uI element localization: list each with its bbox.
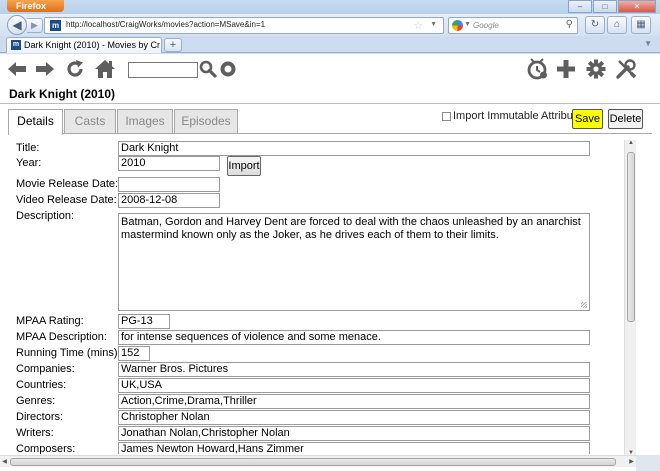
companies-label: Companies:: [16, 363, 75, 375]
title-field[interactable]: Dark Knight: [118, 141, 590, 156]
writers-label: Writers:: [16, 427, 54, 439]
tab-favicon-icon: m: [11, 40, 21, 50]
tab-episodes[interactable]: Episodes: [174, 109, 238, 134]
vertical-scrollbar[interactable]: ▲ ▼: [624, 140, 636, 456]
import-immutable-checkbox[interactable]: [442, 112, 451, 121]
close-icon[interactable]: ✕: [618, 0, 656, 13]
movie-release-date-field[interactable]: [118, 177, 220, 192]
horizontal-scrollbar[interactable]: ◀ ▶: [0, 455, 636, 467]
mpaa-description-label: MPAA Description:: [16, 331, 107, 343]
site-favicon-icon: m: [50, 20, 61, 31]
vertical-scroll-thumb[interactable]: [627, 152, 635, 322]
clear-search-icon[interactable]: [217, 58, 239, 80]
running-time-field[interactable]: 152: [118, 346, 150, 361]
new-tab-button[interactable]: +: [164, 38, 182, 52]
search-input[interactable]: [128, 62, 198, 78]
video-release-date-field[interactable]: 2008-12-08: [118, 193, 220, 208]
page-title: Dark Knight (2010): [9, 87, 116, 101]
window-controls: – □ ✕: [568, 0, 656, 13]
browser-menu-icon[interactable]: ▦: [631, 16, 651, 34]
resize-grip-icon[interactable]: [581, 302, 587, 308]
import-immutable-label: Import Immutable Attributes: [453, 110, 588, 122]
mpaa-rating-label: MPAA Rating:: [16, 315, 84, 327]
mpaa-rating-field[interactable]: PG-13: [118, 314, 170, 329]
refresh-icon[interactable]: [64, 58, 86, 80]
delete-button[interactable]: Delete: [608, 109, 643, 129]
url-dropdown-icon[interactable]: ▼: [430, 21, 437, 28]
clock-settings-icon[interactable]: [526, 58, 548, 80]
maximize-icon[interactable]: □: [593, 0, 617, 13]
title-label: Title:: [16, 142, 40, 154]
address-url[interactable]: http://localhost/CraigWorks/movies?actio…: [66, 20, 265, 29]
tab-images[interactable]: Images: [117, 109, 173, 134]
description-text: Batman, Gordon and Harvey Dent are force…: [121, 216, 581, 241]
writers-field[interactable]: Jonathan Nolan,Christopher Nolan: [118, 426, 590, 441]
browser-forward-icon[interactable]: ▶: [27, 18, 43, 33]
search-engine-dropdown-icon[interactable]: ▼: [464, 21, 471, 28]
tab-details[interactable]: Details: [8, 109, 63, 135]
scroll-up-icon[interactable]: ▲: [625, 140, 637, 146]
browser-back-icon[interactable]: ◀: [7, 15, 27, 35]
save-button[interactable]: Save: [572, 109, 603, 129]
browser-navbar: ◀ ▶ m http://localhost/CraigWorks/movies…: [0, 14, 660, 36]
directors-label: Directors:: [16, 411, 64, 423]
description-label: Description:: [16, 210, 75, 222]
scroll-right-icon[interactable]: ▶: [627, 458, 636, 465]
genres-field[interactable]: Action,Crime,Drama,Thriller: [118, 394, 590, 409]
scroll-left-icon[interactable]: ◀: [0, 458, 9, 465]
google-icon[interactable]: [452, 20, 463, 31]
browser-titlebar: Firefox – □ ✕: [0, 0, 660, 14]
title-divider: [0, 103, 660, 104]
browser-search-placeholder: Google: [473, 21, 499, 30]
browser-tab-title: Dark Knight (2010) - Movies by CraigWo..…: [24, 40, 160, 50]
bookmark-star-icon[interactable]: ☆: [413, 19, 423, 32]
running-time-label: Running Time (mins):: [16, 347, 121, 359]
genres-label: Genres:: [16, 395, 56, 407]
address-bar[interactable]: m http://localhost/CraigWorks/movies?act…: [44, 17, 444, 34]
browser-tab[interactable]: m Dark Knight (2010) - Movies by CraigWo…: [6, 37, 162, 53]
search-icon[interactable]: [197, 58, 219, 80]
gear-icon[interactable]: [585, 58, 607, 80]
video-release-date-label: Video Release Date:: [16, 194, 117, 206]
minimize-icon[interactable]: –: [568, 0, 592, 13]
browser-search-bar[interactable]: ▼ Google ⚲: [448, 17, 578, 34]
mpaa-description-field[interactable]: for intense sequences of violence and so…: [118, 330, 590, 345]
composers-field[interactable]: James Newton Howard,Hans Zimmer: [118, 442, 590, 454]
countries-field[interactable]: UK,USA: [118, 378, 590, 393]
app-toolbar: [0, 54, 660, 85]
home-icon[interactable]: ⌂: [607, 16, 627, 34]
firefox-menu-button[interactable]: Firefox: [7, 0, 64, 12]
year-field[interactable]: 2010: [118, 156, 220, 171]
tab-casts[interactable]: Casts: [64, 109, 116, 134]
companies-field[interactable]: Warner Bros. Pictures: [118, 362, 590, 377]
year-label: Year:: [16, 157, 42, 169]
back-arrow-icon[interactable]: [6, 58, 28, 80]
reload-icon[interactable]: ↻: [585, 16, 605, 34]
details-form: Title: Dark Knight Year: 2010 Import Mov…: [0, 138, 624, 454]
tab-list-icon[interactable]: ▼: [644, 39, 652, 48]
home-page-icon[interactable]: [94, 58, 116, 80]
tools-icon[interactable]: [615, 58, 637, 80]
import-button[interactable]: Import: [227, 156, 261, 176]
scrollbar-corner: [636, 455, 660, 471]
forward-arrow-icon[interactable]: [34, 58, 56, 80]
tabs-baseline: [62, 133, 652, 134]
horizontal-scroll-thumb[interactable]: [10, 458, 616, 466]
description-textarea[interactable]: Batman, Gordon and Harvey Dent are force…: [118, 213, 590, 311]
composers-label: Composers:: [16, 443, 76, 454]
add-icon[interactable]: [555, 58, 577, 80]
directors-field[interactable]: Christopher Nolan: [118, 410, 590, 425]
browser-search-icon[interactable]: ⚲: [566, 19, 573, 30]
app-page: Dark Knight (2010) Details Casts Images …: [0, 54, 660, 471]
countries-label: Countries:: [16, 379, 67, 391]
movie-release-date-label: Movie Release Date:: [16, 178, 119, 190]
browser-tabstrip: m Dark Knight (2010) - Movies by CraigWo…: [0, 36, 660, 53]
